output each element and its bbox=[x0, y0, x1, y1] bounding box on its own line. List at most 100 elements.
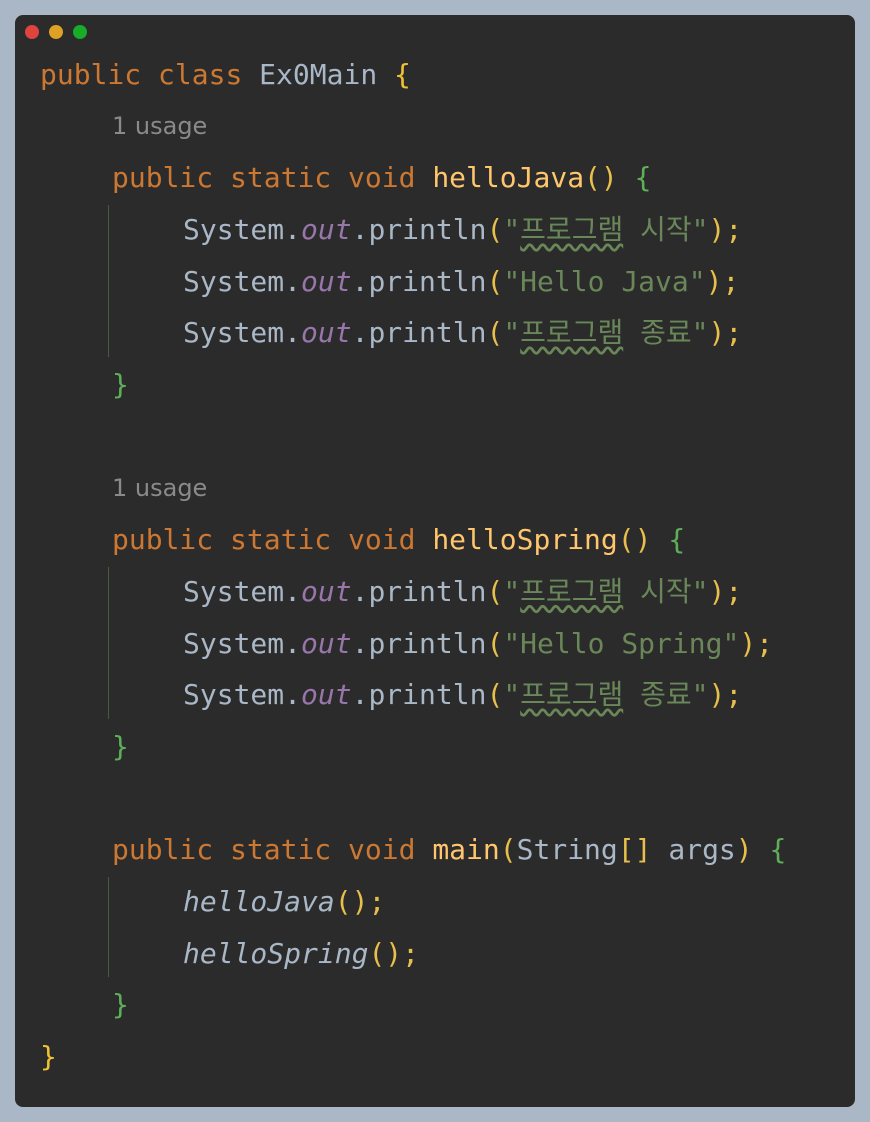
static-field: out bbox=[301, 626, 352, 660]
method-call: .println bbox=[351, 678, 487, 712]
code-line: helloJava(); bbox=[40, 876, 845, 928]
quote: " bbox=[688, 264, 706, 298]
static-field: out bbox=[301, 678, 352, 712]
keyword: public bbox=[112, 523, 214, 557]
method-name: main bbox=[432, 833, 500, 867]
string-literal: Hello Java bbox=[520, 264, 689, 298]
method-call: helloSpring bbox=[183, 936, 369, 970]
code-line: System.out.println("Hello Spring"); bbox=[40, 618, 845, 670]
usage-hint[interactable]: 1 usage bbox=[40, 101, 845, 153]
code-line: System.out.println("프로그램 시작"); bbox=[40, 204, 845, 256]
method-call: .println bbox=[351, 316, 487, 350]
quote: " bbox=[503, 574, 521, 608]
close-button[interactable] bbox=[25, 25, 39, 39]
quote: " bbox=[503, 626, 521, 660]
keyword: public bbox=[112, 161, 214, 195]
code-line: } bbox=[40, 979, 845, 1031]
code-line: System.out.println("프로그램 종료"); bbox=[40, 307, 845, 359]
brace: { bbox=[668, 523, 686, 557]
code-window: public class Ex0Main { 1 usage public st… bbox=[15, 15, 855, 1107]
brackets: [] bbox=[617, 833, 652, 867]
paren: ); bbox=[708, 678, 743, 712]
code-token: System. bbox=[183, 678, 302, 712]
keyword: void bbox=[348, 161, 416, 195]
code-line: public static void helloJava() { bbox=[40, 152, 845, 204]
string-literal: 시작 bbox=[623, 574, 692, 608]
keyword: void bbox=[348, 523, 416, 557]
parens: () bbox=[368, 936, 403, 970]
method-call: .println bbox=[351, 574, 487, 608]
parameter-name: args bbox=[651, 833, 736, 867]
paren: ); bbox=[705, 264, 740, 298]
static-field: out bbox=[301, 264, 352, 298]
string-literal: Hello Spring bbox=[520, 626, 723, 660]
code-line: } bbox=[40, 721, 845, 773]
minimize-button[interactable] bbox=[49, 25, 63, 39]
paren: ); bbox=[739, 626, 774, 660]
code-line: } bbox=[40, 359, 845, 411]
string-literal: 종료 bbox=[623, 678, 692, 712]
static-field: out bbox=[301, 574, 352, 608]
keyword: public bbox=[40, 58, 142, 91]
paren: ); bbox=[708, 316, 743, 350]
brace: { bbox=[394, 58, 411, 91]
keyword: static bbox=[230, 161, 332, 195]
quote: " bbox=[691, 678, 709, 712]
string-typo: 프로그램 bbox=[520, 678, 624, 712]
brace: } bbox=[112, 988, 129, 1022]
usage-hint[interactable]: 1 usage bbox=[40, 463, 845, 515]
brace: } bbox=[112, 729, 129, 763]
code-line: public static void main(String[] args) { bbox=[40, 824, 845, 876]
parens: () bbox=[617, 523, 652, 557]
paren: ); bbox=[708, 213, 743, 247]
parens: () bbox=[584, 161, 618, 195]
quote: " bbox=[722, 626, 740, 660]
paren: ( bbox=[486, 264, 504, 298]
code-line: System.out.println("Hello Java"); bbox=[40, 256, 845, 308]
semicolon: ; bbox=[402, 936, 420, 970]
code-editor[interactable]: public class Ex0Main { 1 usage public st… bbox=[40, 49, 845, 1083]
code-line: public class Ex0Main { bbox=[40, 49, 845, 101]
keyword: class bbox=[158, 58, 243, 91]
paren: ( bbox=[486, 678, 504, 712]
code-token: System. bbox=[183, 626, 302, 660]
class-name: Ex0Main bbox=[259, 58, 378, 91]
string-typo: 프로그램 bbox=[520, 213, 624, 247]
method-call: .println bbox=[351, 626, 487, 660]
quote: " bbox=[691, 316, 709, 350]
static-field: out bbox=[301, 213, 352, 247]
keyword: static bbox=[230, 523, 332, 557]
paren: ) bbox=[735, 833, 753, 867]
brace: } bbox=[40, 1040, 57, 1074]
code-token: System. bbox=[183, 574, 302, 608]
quote: " bbox=[503, 678, 521, 712]
paren: ( bbox=[486, 626, 504, 660]
paren: ( bbox=[486, 213, 504, 247]
quote: " bbox=[691, 574, 709, 608]
paren: ( bbox=[499, 833, 517, 867]
code-line: helloSpring(); bbox=[40, 928, 845, 980]
brace: { bbox=[634, 161, 652, 195]
string-literal: 시작 bbox=[623, 213, 692, 247]
method-name: helloSpring bbox=[432, 523, 618, 557]
method-call: helloJava bbox=[183, 885, 335, 918]
code-token: System. bbox=[183, 316, 302, 350]
keyword: static bbox=[230, 833, 332, 867]
code-line: } bbox=[40, 1031, 845, 1083]
static-field: out bbox=[301, 316, 352, 350]
method-name: helloJava bbox=[432, 161, 585, 195]
keyword: public bbox=[112, 833, 214, 867]
quote: " bbox=[691, 213, 709, 247]
parens: () bbox=[334, 885, 369, 918]
paren: ( bbox=[486, 574, 504, 608]
quote: " bbox=[503, 213, 521, 247]
string-typo: 프로그램 bbox=[520, 316, 624, 350]
window-controls bbox=[25, 25, 87, 39]
keyword: void bbox=[348, 833, 416, 867]
paren: ); bbox=[708, 574, 743, 608]
maximize-button[interactable] bbox=[73, 25, 87, 39]
method-call: .println bbox=[351, 213, 487, 247]
string-typo: 프로그램 bbox=[520, 574, 624, 608]
quote: " bbox=[503, 264, 521, 298]
